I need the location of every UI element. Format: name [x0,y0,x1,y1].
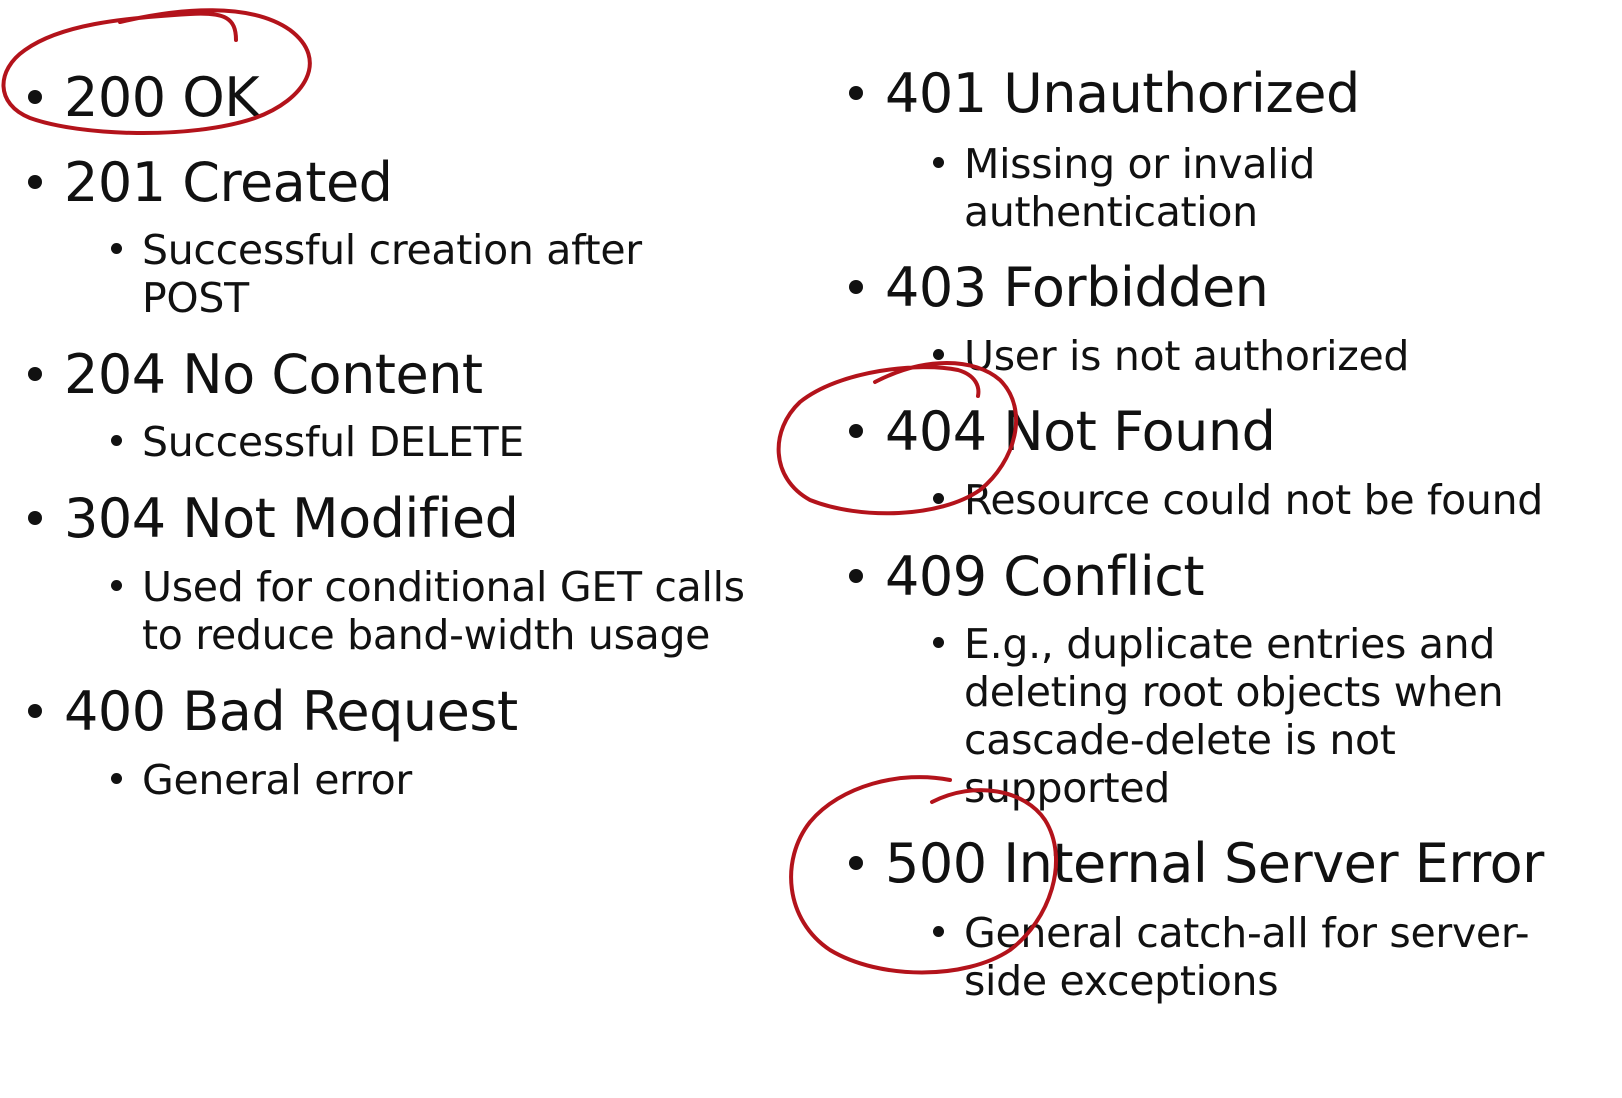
status-403-item: 403 Forbidden [849,256,1269,319]
bullet-icon [28,90,42,104]
sub-bullet-icon [933,637,944,648]
status-401-item: 401 Unauthorized [849,62,1360,125]
status-201-item: 201 Created [28,151,393,214]
status-500-item: 500 Internal Server Error [849,832,1544,895]
slide: 200 OK 201 Created Successful creation a… [0,0,1622,1098]
bullet-icon [849,856,863,870]
status-400-description: General error [111,756,412,804]
sub-bullet-icon [111,580,122,591]
status-401-description: Missing or invalid authentication [933,140,1315,236]
status-500-description: General catch-all for server- side excep… [933,909,1530,1005]
status-404-description: Resource could not be found [933,476,1543,524]
bullet-icon [28,511,42,525]
status-200-label: 200 OK [64,66,260,129]
status-400-label: 400 Bad Request [64,680,518,743]
status-304-label: 304 Not Modified [64,487,519,550]
status-409-description: E.g., duplicate entries and deleting roo… [933,620,1504,812]
status-403-description: User is not authorized [933,332,1409,380]
status-404-label: 404 Not Found [885,400,1276,463]
status-204-description: Successful DELETE [111,418,524,466]
sub-bullet-icon [111,773,122,784]
sub-bullet-icon [933,926,944,937]
status-304-item: 304 Not Modified [28,487,519,550]
status-400-item: 400 Bad Request [28,680,518,743]
status-201-description: Successful creation after POST [111,226,642,322]
status-500-label: 500 Internal Server Error [885,832,1544,895]
bullet-icon [849,424,863,438]
status-403-label: 403 Forbidden [885,256,1269,319]
bullet-icon [849,280,863,294]
sub-bullet-icon [933,349,944,360]
status-204-item: 204 No Content [28,343,483,406]
status-409-label: 409 Conflict [885,545,1205,608]
bullet-icon [28,367,42,381]
sub-bullet-icon [111,435,122,446]
status-404-item: 404 Not Found [849,400,1276,463]
bullet-icon [849,86,863,100]
bullet-icon [28,704,42,718]
sub-bullet-icon [111,243,122,254]
bullet-icon [28,175,42,189]
status-200-item: 200 OK [28,66,260,129]
status-304-description: Used for conditional GET calls to reduce… [111,563,745,659]
status-204-label: 204 No Content [64,343,483,406]
status-409-item: 409 Conflict [849,545,1205,608]
sub-bullet-icon [933,493,944,504]
bullet-icon [849,569,863,583]
status-401-label: 401 Unauthorized [885,62,1360,125]
status-201-label: 201 Created [64,151,393,214]
sub-bullet-icon [933,157,944,168]
